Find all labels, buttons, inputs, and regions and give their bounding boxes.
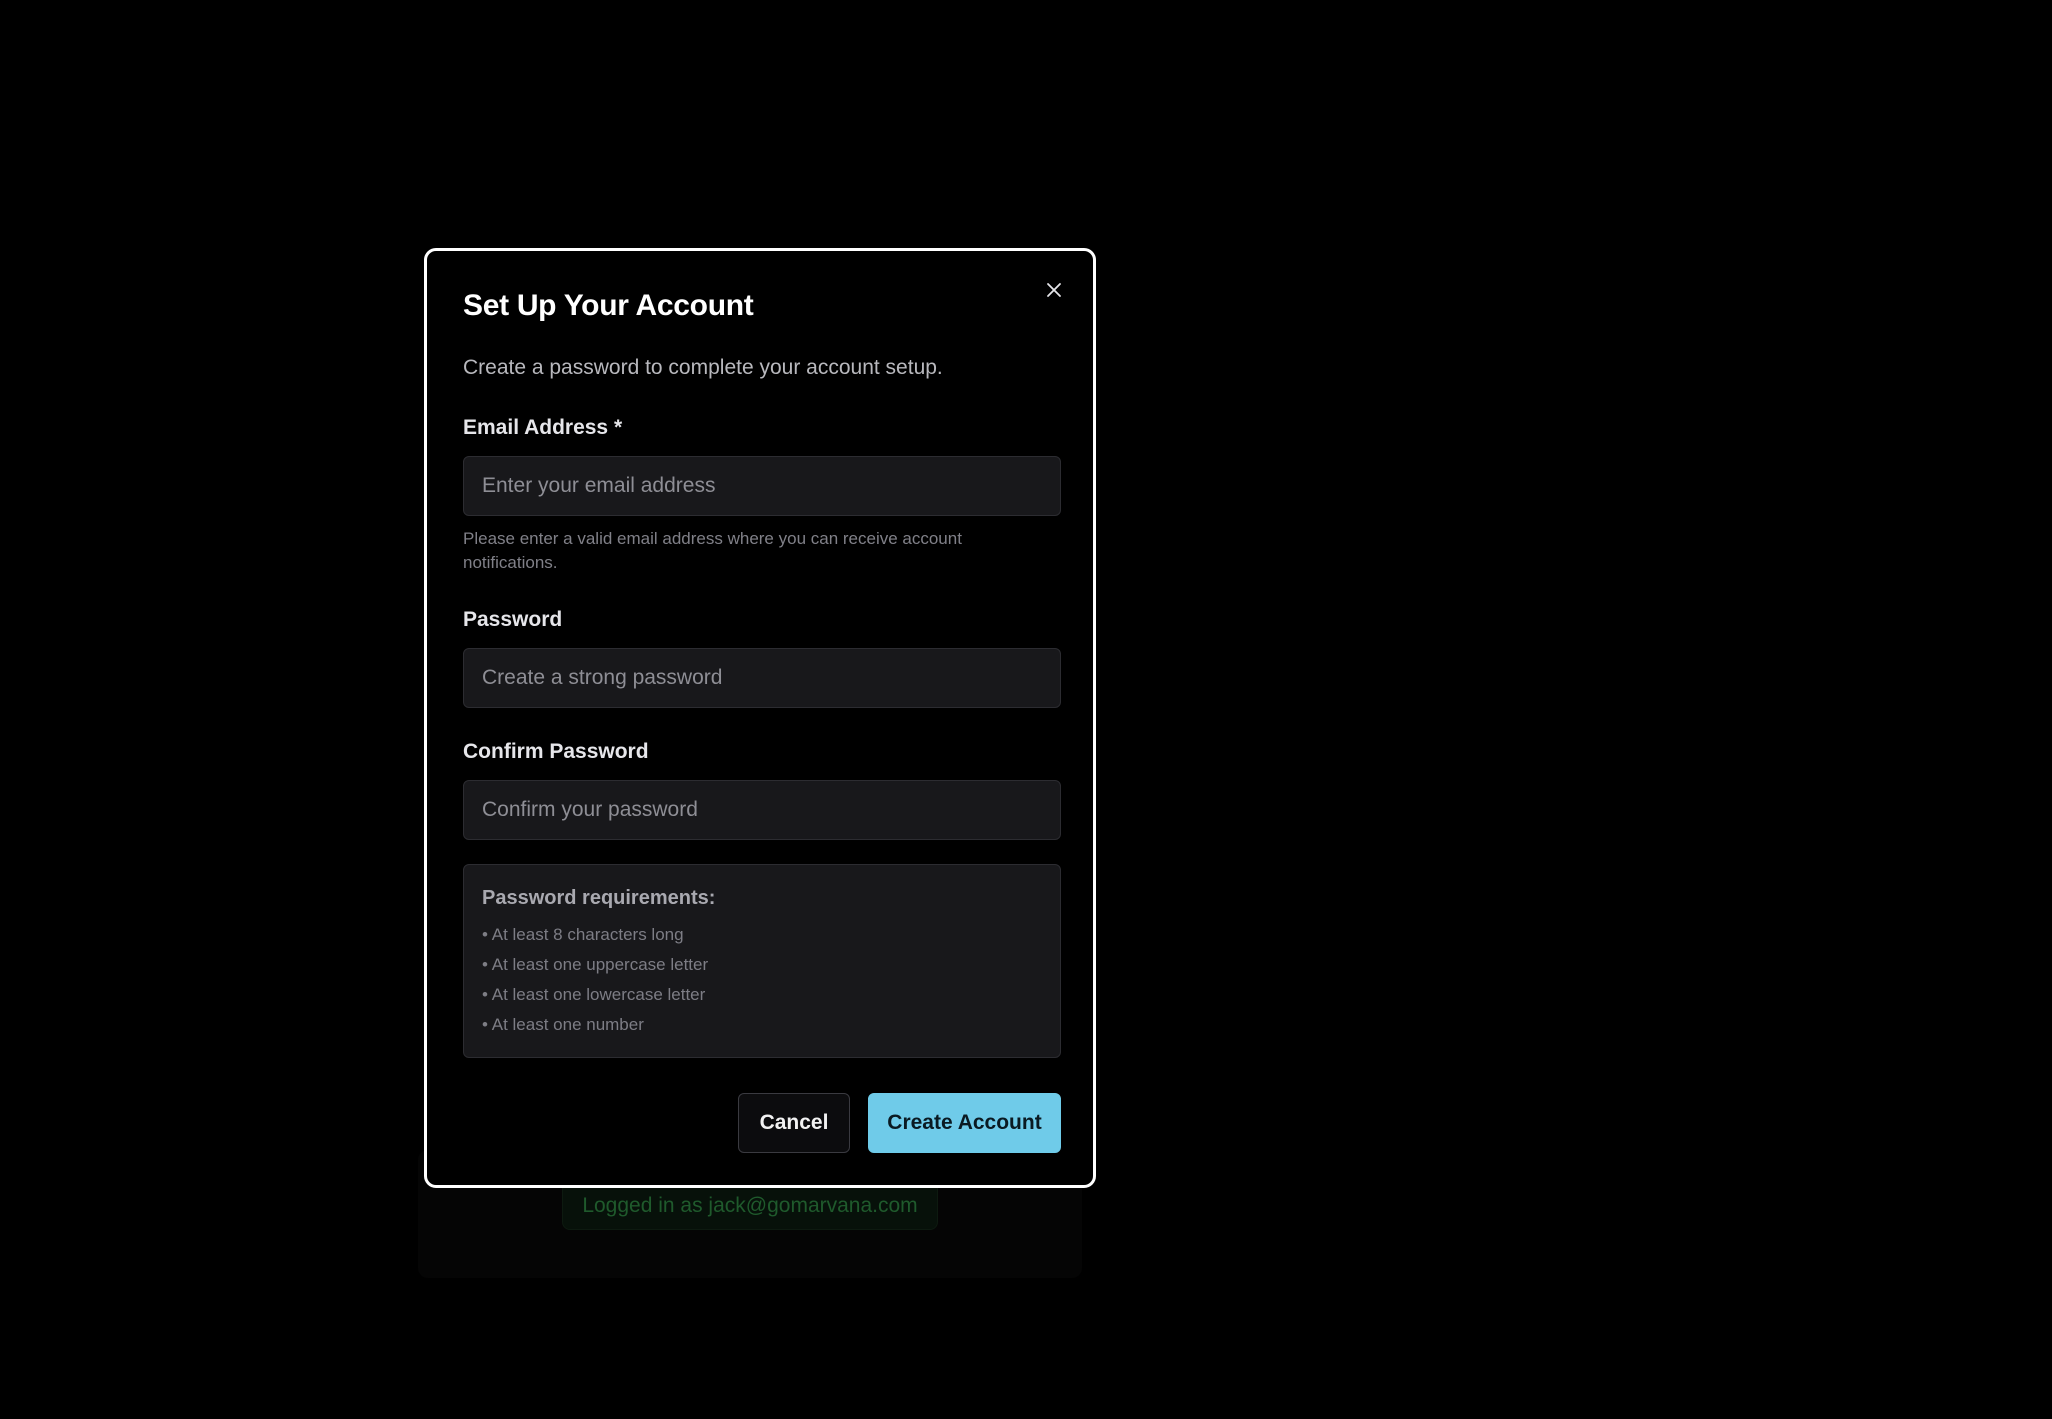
requirement-item: • At least 8 characters long: [482, 925, 684, 944]
email-field[interactable]: [463, 456, 1061, 516]
create-account-button[interactable]: Create Account: [868, 1093, 1061, 1153]
requirement-item: • At least one uppercase letter: [482, 955, 709, 974]
password-label: Password: [463, 608, 563, 631]
dialog-description: Create a password to complete your accou…: [463, 356, 943, 379]
requirement-item: • At least one number: [482, 1015, 644, 1034]
close-icon: [1047, 283, 1061, 297]
confirm-password-field[interactable]: [463, 780, 1061, 840]
dialog-title: Set Up Your Account: [463, 289, 754, 322]
requirement-item: • At least one lowercase letter: [482, 985, 706, 1004]
password-field[interactable]: [463, 648, 1061, 708]
password-requirements: Password requirements: • At least 8 char…: [463, 864, 1061, 1058]
requirements-list: • At least 8 characters long • At least …: [482, 920, 1042, 1040]
confirm-password-label: Confirm Password: [463, 740, 649, 763]
requirements-title: Password requirements:: [482, 887, 716, 909]
close-button[interactable]: [1037, 273, 1071, 307]
account-setup-dialog: Set Up Your Account Create a password to…: [424, 248, 1096, 1188]
email-helper-text: Please enter a valid email address where…: [463, 529, 962, 572]
cancel-button[interactable]: Cancel: [738, 1093, 850, 1153]
email-label: Email Address *: [463, 416, 623, 439]
